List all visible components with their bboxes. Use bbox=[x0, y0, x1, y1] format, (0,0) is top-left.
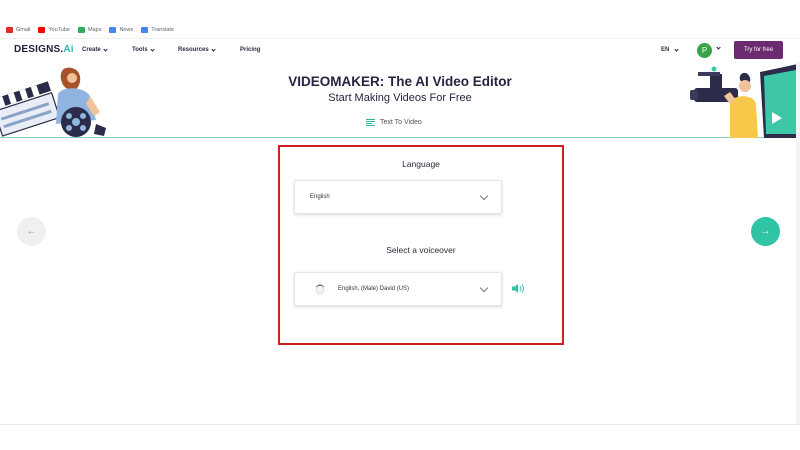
avatar[interactable]: P bbox=[697, 43, 712, 58]
voiceover-select-value: English, (Male) David (US) bbox=[338, 286, 410, 292]
maps-icon bbox=[78, 27, 85, 33]
language-select[interactable]: English bbox=[294, 180, 502, 214]
user-avatar-icon bbox=[315, 283, 325, 295]
site-logo[interactable]: DESIGNS.Ai bbox=[14, 44, 74, 55]
next-arrow-button[interactable]: → bbox=[751, 217, 780, 246]
youtube-icon bbox=[38, 27, 46, 33]
try-for-free-button[interactable]: Try for free bbox=[734, 41, 783, 59]
hero-banner: VIDEOMAKER: The AI Video Editor Start Ma… bbox=[0, 62, 800, 138]
top-nav: DESIGNS.Ai Create Tools Resources Pricin… bbox=[0, 38, 800, 62]
bookmark-news[interactable]: News bbox=[109, 27, 133, 33]
voiceover-label: Select a voiceover bbox=[386, 245, 456, 255]
document-text-icon bbox=[366, 118, 375, 127]
bookmark-label: Gmail bbox=[16, 27, 31, 33]
arrow-right-icon: → bbox=[760, 226, 771, 237]
clapperboard-illustration bbox=[0, 67, 106, 137]
nav-tools[interactable]: Tools bbox=[132, 46, 155, 53]
nav-resources[interactable]: Resources bbox=[178, 46, 216, 53]
language-label: Language bbox=[402, 159, 440, 169]
news-icon bbox=[109, 27, 117, 33]
bookmark-gmail[interactable]: Gmail bbox=[6, 27, 30, 33]
chevron-down-icon bbox=[479, 283, 489, 293]
page-title: VIDEOMAKER: The AI Video Editor bbox=[288, 74, 512, 89]
page: Gmail YouTube Maps News Translate DESIGN… bbox=[0, 0, 800, 450]
language-switcher[interactable]: EN bbox=[661, 46, 679, 53]
bookmark-label: Translate bbox=[151, 27, 174, 33]
text-to-video-tab[interactable]: Text To Video bbox=[366, 118, 422, 127]
chevron-down-icon bbox=[211, 46, 216, 52]
chevron-down-icon bbox=[479, 191, 489, 201]
voiceover-select[interactable]: English, (Male) David (US) bbox=[294, 272, 502, 306]
chevron-down-icon bbox=[149, 46, 155, 52]
language-select-value: English bbox=[310, 194, 330, 200]
nav-pricing[interactable]: Pricing bbox=[240, 47, 260, 53]
nav-create[interactable]: Create bbox=[82, 46, 108, 53]
translate-icon bbox=[141, 27, 149, 33]
bookmark-youtube[interactable]: YouTube bbox=[38, 27, 70, 33]
chevron-down-icon bbox=[103, 46, 108, 52]
speaker-play-icon[interactable] bbox=[512, 284, 526, 293]
divider bbox=[0, 424, 800, 425]
previous-arrow-button[interactable]: ← bbox=[17, 217, 46, 246]
page-subtitle: Start Making Videos For Free bbox=[328, 92, 472, 104]
scrollbar[interactable] bbox=[796, 62, 800, 424]
bookmark-translate[interactable]: Translate bbox=[141, 27, 174, 33]
chevron-down-icon bbox=[674, 46, 679, 52]
bookmarks-bar: Gmail YouTube Maps News Translate bbox=[0, 22, 800, 38]
bookmark-label: News bbox=[119, 27, 134, 33]
cameraman-illustration bbox=[690, 64, 800, 138]
arrow-left-icon: ← bbox=[26, 226, 37, 237]
gmail-icon bbox=[6, 27, 13, 33]
bookmark-label: Maps bbox=[88, 27, 102, 33]
bookmark-label: YouTube bbox=[48, 27, 70, 33]
bookmark-maps[interactable]: Maps bbox=[78, 27, 101, 33]
